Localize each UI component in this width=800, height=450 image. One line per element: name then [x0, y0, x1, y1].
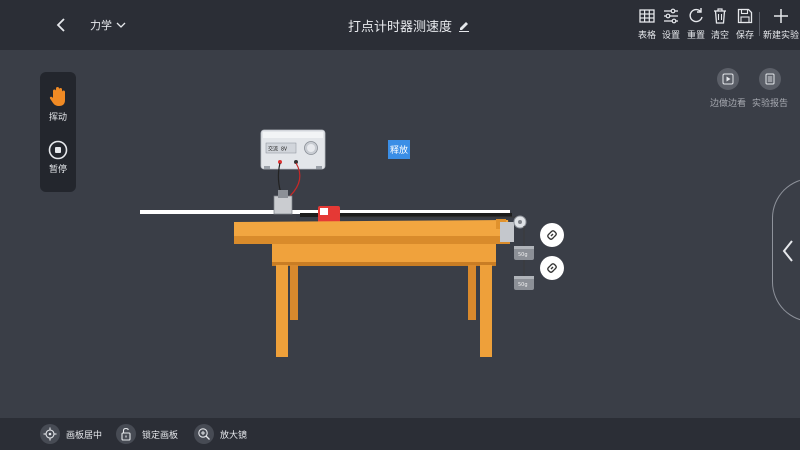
weight-top[interactable]: 50g: [514, 246, 534, 260]
table: [234, 219, 510, 357]
watch-while-doing-label: 边做边看: [709, 99, 746, 109]
pause-button[interactable]: 暂停: [40, 140, 76, 175]
pause-icon: [48, 140, 68, 160]
pause-label: 暂停: [48, 165, 67, 175]
side-drawer-handle[interactable]: [772, 178, 800, 322]
save-icon: [737, 8, 753, 24]
magnifier-icon-circle: [194, 424, 214, 444]
subject-dropdown[interactable]: 力学: [90, 17, 126, 33]
unlock-icon: [121, 427, 131, 441]
watch-icon-circle: [717, 68, 739, 90]
lab-report-label: 实验报告: [751, 99, 788, 109]
page-title: 打点计时器测速度: [348, 20, 453, 35]
edit-icon[interactable]: [458, 20, 470, 32]
drag-mode-button[interactable]: 挥动: [40, 86, 76, 123]
psu-display: 交流 8V: [268, 146, 287, 153]
plus-icon: [774, 9, 788, 23]
lab-report-button[interactable]: 实验报告: [750, 68, 790, 109]
ticker-timer[interactable]: [270, 190, 296, 226]
chevron-left-icon: [782, 240, 793, 262]
magnifier-label: 放大镜: [220, 430, 248, 441]
experiment-title: 打点计时器测速度: [348, 16, 470, 35]
mode-panel: 挥动 暂停: [40, 72, 76, 192]
power-supply[interactable]: 交流 8V: [260, 129, 326, 170]
detach-weight-button-2[interactable]: [540, 256, 564, 280]
center-icon-circle: [40, 424, 60, 444]
lock-canvas-label: 锁定画板: [142, 430, 179, 441]
new-experiment-label: 新建实验: [762, 31, 799, 41]
toolbar-divider: [759, 12, 760, 36]
hand-icon: [49, 87, 65, 106]
chevron-left-icon: [56, 18, 65, 32]
release-button[interactable]: 释放: [388, 140, 410, 159]
center-canvas-button[interactable]: 画板居中: [40, 424, 102, 444]
lock-canvas-button[interactable]: 锁定画板: [116, 424, 178, 444]
crosshair-icon: [43, 427, 57, 441]
lock-icon-circle: [116, 424, 136, 444]
link-icon: [547, 230, 557, 240]
back-button[interactable]: [52, 15, 72, 35]
chevron-down-icon: [116, 22, 126, 28]
drag-mode-label: 挥动: [48, 113, 67, 123]
report-icon-circle: [759, 68, 781, 90]
weight-top-label: 50g: [518, 252, 528, 258]
magnifier-button[interactable]: 放大镜: [194, 424, 247, 444]
bottom-bar: 画板居中 锁定画板 放大镜: [0, 418, 800, 450]
pulley: [500, 215, 527, 246]
weight-bottom-label: 50g: [518, 282, 528, 288]
cart[interactable]: [318, 206, 340, 229]
subject-label: 力学: [90, 19, 112, 32]
experiment-scene: 交流 8V 50g 50g: [140, 129, 534, 357]
top-bar: 力学 打点计时器测速度 表格 设置 重置 清空 保存 新建实验: [0, 0, 800, 50]
zoom-in-icon: [198, 428, 210, 440]
link-icon: [547, 263, 557, 273]
weight-bottom[interactable]: 50g: [514, 276, 534, 290]
watch-while-doing-button[interactable]: 边做边看: [708, 68, 748, 109]
detach-weight-button-1[interactable]: [540, 223, 564, 247]
play-icon: [722, 73, 734, 85]
report-icon: [765, 73, 775, 85]
center-canvas-label: 画板居中: [66, 430, 103, 441]
new-experiment-button[interactable]: 新建实验: [761, 7, 800, 41]
